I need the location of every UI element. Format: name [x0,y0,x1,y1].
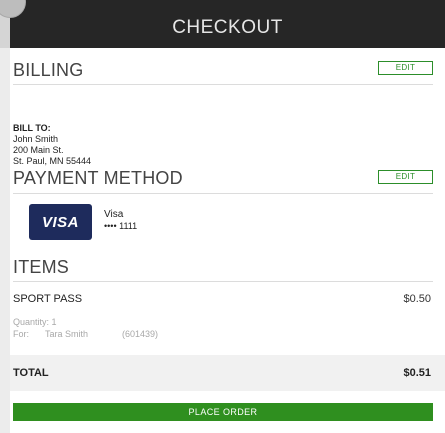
card-last4: •••• 1111 [104,221,138,231]
page-title: CHECKOUT [172,17,283,38]
visa-logo-text: VISA [41,214,79,231]
item-for-id: (601439) [122,329,159,339]
billing-street: 200 Main St. [13,145,64,155]
item-name: SPORT PASS [13,293,83,305]
billing-edit-button[interactable]: EDIT [378,61,433,75]
billing-name: John Smith [13,134,59,144]
items-section-title: ITEMS [13,257,70,277]
side-panel-edge [0,48,10,433]
place-order-button[interactable]: PLACE ORDER [13,403,433,421]
checkout-header: CHECKOUT [0,0,445,48]
visa-card-icon: VISA [29,204,92,240]
billing-city-line: St. Paul, MN 55444 [13,156,92,166]
billing-divider [13,84,433,85]
payment-edit-button[interactable]: EDIT [378,170,433,184]
total-row [10,355,445,391]
payment-section-title: PAYMENT METHOD [13,168,183,188]
total-value: $0.51 [403,367,431,379]
item-for-name: Tara Smith [45,329,89,339]
checkout-page: CHECKOUT BILLING EDIT BILL TO: John Smit… [0,0,445,433]
item-price: $0.50 [403,293,431,305]
items-divider [13,281,433,282]
item-for-label: For: [13,329,30,339]
billing-section-title: BILLING [13,60,84,80]
card-brand: Visa [104,209,124,220]
payment-divider [13,193,433,194]
bill-to-label: BILL TO: [13,123,51,133]
item-quantity: Quantity: 1 [13,317,57,327]
total-label: TOTAL [13,367,49,379]
